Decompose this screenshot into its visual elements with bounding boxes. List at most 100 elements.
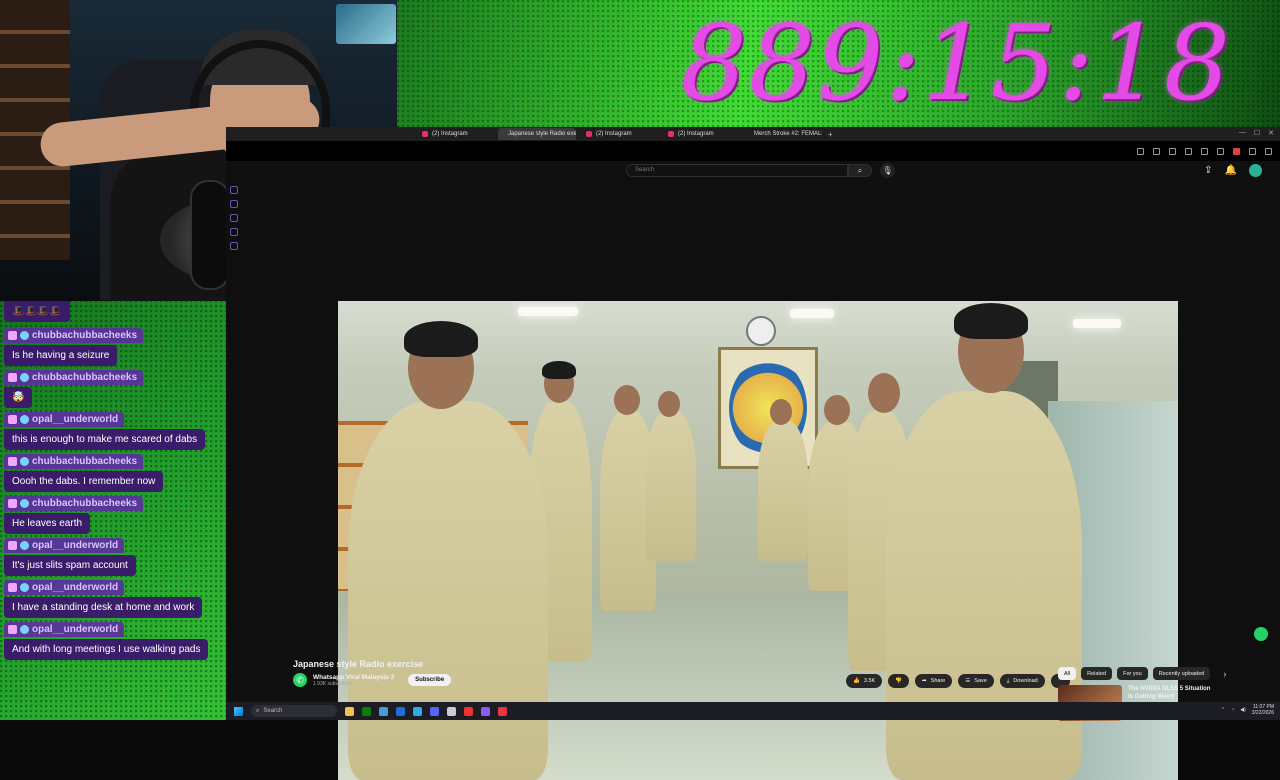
browser-tab[interactable]: (2) Instagram xyxy=(416,128,494,140)
save-label: Save xyxy=(974,678,987,684)
minimize-icon[interactable]: — xyxy=(1239,129,1246,137)
youtube-search-input[interactable]: Search xyxy=(626,164,848,177)
chat-message-text: It's just slits spam account xyxy=(4,555,136,576)
account-avatar[interactable] xyxy=(1249,164,1262,177)
filter-chip[interactable]: Recently uploaded xyxy=(1152,667,1211,680)
chat-message: chubbachubbacheeks Is he having a seizure xyxy=(4,327,226,366)
extension-icon[interactable] xyxy=(1169,147,1176,155)
maximize-icon[interactable]: ☐ xyxy=(1254,129,1260,137)
chevron-up-icon[interactable]: ⌃ xyxy=(1221,707,1225,713)
browser-tab[interactable]: Merch Stroke #2: FEMALE xyxy=(744,128,822,140)
chat-message: chubbachubbacheeks 🤯 xyxy=(4,369,226,408)
new-tab-button[interactable]: + xyxy=(828,130,833,139)
chat-username-text: chubbachubbacheeks xyxy=(32,456,138,467)
tab-favicon-icon xyxy=(668,131,674,137)
chevron-right-icon[interactable]: › xyxy=(1223,669,1226,679)
chat-username[interactable]: chubbachubbacheeks xyxy=(4,496,144,511)
app-icon[interactable] xyxy=(498,706,507,716)
rail-icon[interactable] xyxy=(230,242,238,250)
chat-message-text: 🤯 xyxy=(4,387,33,408)
menu-icon[interactable] xyxy=(1265,147,1272,155)
share-button[interactable]: ➦ Share xyxy=(915,674,953,688)
subscribe-button[interactable]: Subscribe xyxy=(408,674,452,686)
recommendation-filters: All Related For you Recently uploaded › xyxy=(1058,667,1226,680)
bookmark-icon[interactable] xyxy=(1153,147,1160,155)
filter-chip[interactable]: All xyxy=(1058,667,1077,680)
extension-icon[interactable] xyxy=(1201,147,1208,155)
sub-tier-badge-icon xyxy=(20,541,29,550)
whatsapp-icon[interactable]: ✆ xyxy=(293,673,307,687)
tab-label: Merch Stroke #2: FEMALE xyxy=(754,131,822,137)
extension-icon[interactable] xyxy=(1137,147,1144,155)
chat-message-text: Oooh the dabs. I remember now xyxy=(4,471,164,492)
upload-icon[interactable]: ⇪ xyxy=(1204,165,1212,176)
chat-username[interactable]: opal__underworld xyxy=(4,580,125,595)
extension-icon[interactable] xyxy=(1249,147,1256,155)
browser-toolbar xyxy=(226,141,1280,161)
rail-icon[interactable] xyxy=(230,186,238,194)
extension-icon[interactable] xyxy=(1185,147,1192,155)
video-title: Japanese style Radio exercise xyxy=(293,659,424,669)
channel-name[interactable]: Whatsapp Viral Malaysia 3 xyxy=(313,674,394,681)
browser-tab[interactable]: (2) Instagram xyxy=(580,128,658,140)
chat-username[interactable]: chubbachubbacheeks xyxy=(4,328,144,343)
app-icon[interactable] xyxy=(481,706,490,716)
start-icon[interactable] xyxy=(234,706,243,716)
filter-chip[interactable]: Related xyxy=(1081,667,1113,680)
file-explorer-icon[interactable] xyxy=(345,706,354,716)
whatsapp-float-icon[interactable] xyxy=(1254,627,1268,641)
search-icon[interactable]: ⌕ xyxy=(848,164,872,177)
wifi-icon[interactable]: ◔ xyxy=(1231,707,1234,713)
download-button[interactable]: ⤓ Download xyxy=(999,674,1045,688)
edge-icon[interactable] xyxy=(396,706,405,716)
timer-banner: 889:15:18 xyxy=(397,0,1280,127)
chat-username[interactable]: opal__underworld xyxy=(4,538,125,553)
browser-tab[interactable]: (2) Instagram xyxy=(662,128,740,140)
app-icon[interactable] xyxy=(379,706,388,716)
thumbs-up-icon: 👍 xyxy=(853,678,860,684)
system-clock[interactable]: 11:07 PM 3/22/2026 xyxy=(1252,704,1274,716)
thumbs-down-icon: 👎 xyxy=(895,678,903,684)
chat-message: opal__underworldthis is enough to make m… xyxy=(4,411,226,450)
extension-icon[interactable] xyxy=(1217,147,1224,155)
like-button[interactable]: 👍 3.5K xyxy=(846,674,883,688)
subscriber-badge-icon xyxy=(8,373,17,382)
chat-username[interactable]: chubbachubbacheeks xyxy=(4,454,144,469)
browser-window: (2) Instagram Japanese style Radio exe (2)… xyxy=(226,127,1280,780)
browser-tab-bar: (2) Instagram Japanese style Radio exe (2)… xyxy=(226,127,1280,141)
dislike-button[interactable]: 👎 xyxy=(888,674,910,688)
rail-icon[interactable] xyxy=(230,228,238,236)
sub-tier-badge-icon xyxy=(20,583,29,592)
close-icon[interactable]: ✕ xyxy=(1268,129,1274,137)
tab-label: (2) Instagram xyxy=(678,131,714,137)
chat-message-text: this is enough to make me scared of dabs xyxy=(4,429,206,450)
browser-tab[interactable]: Japanese style Radio exe xyxy=(498,128,576,140)
download-icon: ⤓ xyxy=(1006,677,1010,684)
subathon-timer: 889:15:18 xyxy=(680,2,1232,124)
video-worker-head xyxy=(868,373,900,413)
chat-username[interactable]: opal__underworld xyxy=(4,412,125,427)
telegram-icon[interactable] xyxy=(413,706,422,716)
volume-icon[interactable]: ◀) xyxy=(1240,707,1246,713)
tab-favicon-icon xyxy=(422,131,428,137)
save-button[interactable]: ☰ Save xyxy=(958,674,994,688)
discord-icon[interactable] xyxy=(430,706,439,716)
chat-username[interactable]: chubbachubbacheeks xyxy=(4,370,144,385)
notifications-icon[interactable]: 🔔 xyxy=(1225,165,1237,176)
youtube-header: Search ⌕ 🎙 ⇪ 🔔 xyxy=(226,161,1280,180)
chat-username[interactable]: opal__underworld xyxy=(4,622,125,637)
rail-icon[interactable] xyxy=(230,200,238,208)
channel-row: ✆ Whatsapp Viral Malaysia 3 1.93K subscr… xyxy=(293,673,452,687)
xbox-icon[interactable] xyxy=(362,706,371,716)
obs-icon[interactable] xyxy=(464,706,473,716)
extension-red-icon[interactable] xyxy=(1233,147,1240,155)
chat-message-text: And with long meetings I use walking pad… xyxy=(4,639,209,660)
taskbar-search[interactable]: ⌕ Search xyxy=(251,705,337,717)
app-icon[interactable] xyxy=(447,706,456,716)
voice-search-icon[interactable]: 🎙 xyxy=(880,163,895,178)
system-tray: ⌃ ◔ ◀) 11:07 PM 3/22/2026 xyxy=(1221,704,1274,716)
youtube-header-actions: ⇪ 🔔 xyxy=(1204,164,1262,177)
video-worker-foreground xyxy=(348,401,548,780)
filter-chip[interactable]: For you xyxy=(1117,667,1148,680)
rail-icon[interactable] xyxy=(230,214,238,222)
